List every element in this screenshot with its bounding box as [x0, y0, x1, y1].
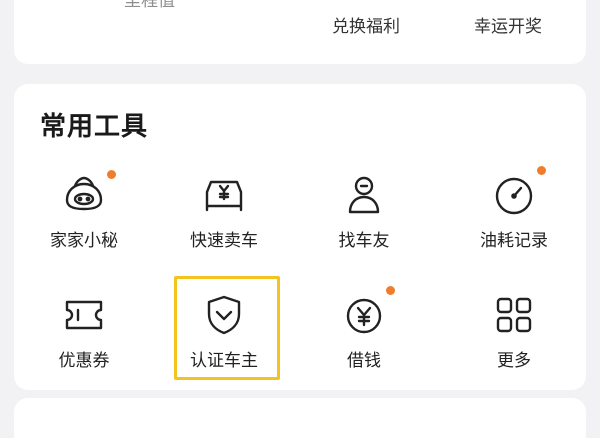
find-friends-icon [341, 172, 387, 218]
fuel-gauge-icon [491, 172, 537, 218]
tool-label: 家家小秘 [50, 231, 118, 251]
tool-label: 油耗记录 [480, 231, 548, 251]
coupon-icon [61, 292, 107, 338]
tool-label: 快速卖车 [190, 231, 258, 251]
common-tools-card: 常用工具 家家小秘 快速卖车 找车友 油耗记录 优惠券 认证车主 借钱 更多 [14, 84, 586, 390]
tool-borrow-money[interactable]: 借钱 [304, 284, 424, 384]
tool-label: 找车友 [338, 231, 390, 251]
notification-dot [386, 286, 395, 295]
next-card-edge [14, 398, 586, 438]
top-card: 里程值 兑换福利 幸运开奖 [14, 0, 586, 64]
tool-label: 更多 [497, 351, 531, 371]
grid-more-icon [491, 292, 537, 338]
notification-dot [107, 170, 116, 179]
tool-sell-car[interactable]: 快速卖车 [164, 164, 284, 264]
tool-fuel-record[interactable]: 油耗记录 [454, 164, 574, 264]
notification-dot [537, 166, 546, 175]
lucky-draw-link[interactable]: 幸运开奖 [474, 12, 542, 37]
tool-label: 优惠券 [58, 351, 110, 371]
tool-assistant[interactable]: 家家小秘 [24, 164, 144, 264]
assistant-icon [61, 172, 107, 218]
points-label: 里程值 [124, 0, 175, 11]
tool-coupon[interactable]: 优惠券 [24, 284, 144, 384]
section-title: 常用工具 [40, 112, 149, 142]
redeem-benefits-link[interactable]: 兑换福利 [332, 12, 400, 37]
selection-highlight [174, 276, 280, 380]
tool-find-friends[interactable]: 找车友 [304, 164, 424, 264]
yen-coin-icon [341, 292, 387, 338]
sell-car-icon [201, 172, 247, 218]
tool-label: 借钱 [347, 351, 381, 371]
tool-more[interactable]: 更多 [454, 284, 574, 384]
